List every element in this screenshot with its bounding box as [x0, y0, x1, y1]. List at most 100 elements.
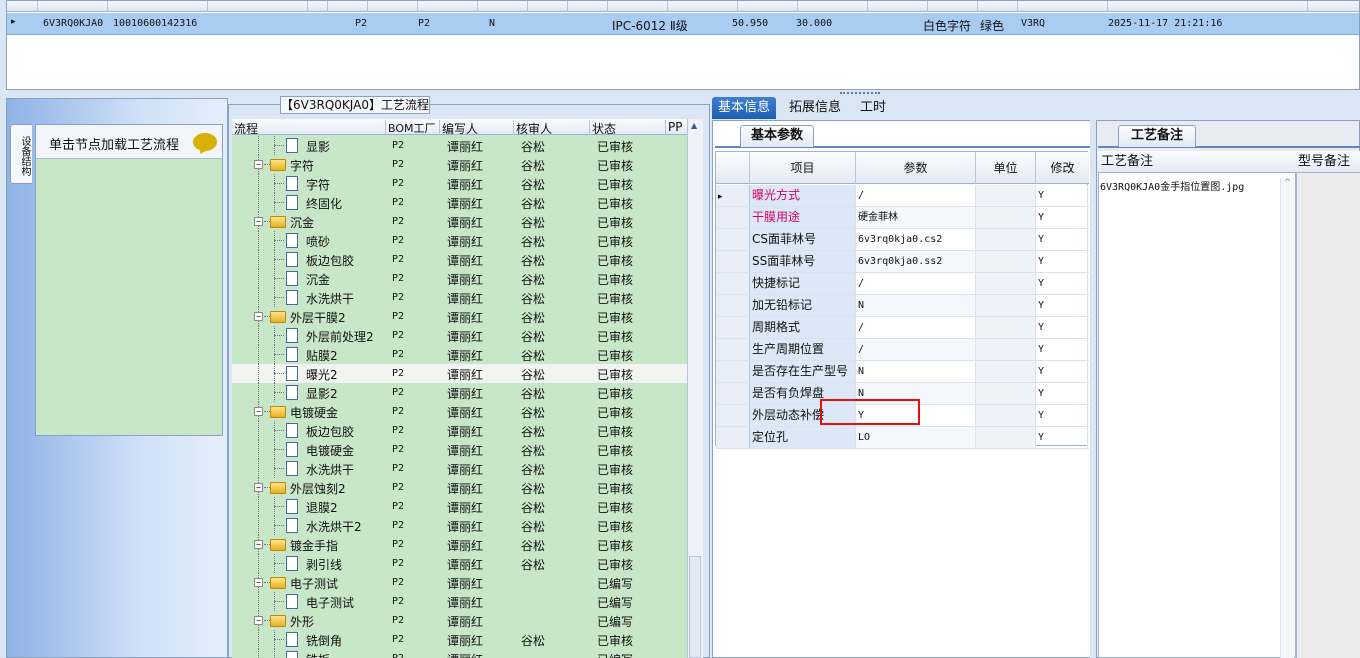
- param-row[interactable]: 生产周期位置 / Y: [716, 339, 1089, 361]
- param-unit[interactable]: [976, 383, 1036, 404]
- param-modify[interactable]: Y: [1036, 405, 1088, 426]
- tree-row[interactable]: − 镀金手指 P2 谭丽红 谷松 已审核: [232, 535, 687, 554]
- param-value[interactable]: 6v3rq0kja0.ss2: [856, 251, 976, 272]
- param-value[interactable]: N: [856, 361, 976, 382]
- col-param[interactable]: 参数: [856, 152, 976, 184]
- tree-row[interactable]: 字符 P2 谭丽红 谷松 已审核: [232, 174, 687, 193]
- col-checker[interactable]: 核审人: [514, 120, 590, 136]
- tree-row[interactable]: − 外层干膜2 P2 谭丽红 谷松 已审核: [232, 307, 687, 326]
- tree-row[interactable]: 外层前处理2 P2 谭丽红 谷松 已审核: [232, 326, 687, 345]
- param-value[interactable]: /: [856, 273, 976, 294]
- tree-row[interactable]: 显影 P2 谭丽红 谷松 已审核: [232, 136, 687, 155]
- header-cell[interactable]: [1017, 1, 1018, 12]
- tree-row[interactable]: − 沉金 P2 谭丽红 谷松 已审核: [232, 212, 687, 231]
- tab-extended-info[interactable]: 拓展信息: [783, 97, 847, 119]
- tab-work-hours[interactable]: 工时: [854, 97, 892, 119]
- tree-row[interactable]: 电镀硬金 P2 谭丽红 谷松 已审核: [232, 440, 687, 459]
- flow-hint-header[interactable]: 单击节点加载工艺流程: [36, 125, 222, 159]
- tree-row[interactable]: 铣倒角 P2 谭丽红 谷松 已审核: [232, 630, 687, 649]
- collapse-toggle-icon[interactable]: −: [254, 540, 263, 549]
- param-unit[interactable]: [976, 405, 1036, 426]
- param-value[interactable]: /: [856, 317, 976, 338]
- param-modify[interactable]: Y: [1036, 229, 1088, 250]
- header-cell[interactable]: [417, 1, 418, 12]
- header-cell[interactable]: [737, 1, 738, 12]
- header-cell[interactable]: [207, 1, 208, 12]
- tree-row[interactable]: 沉金 P2 谭丽红 谷松 已审核: [232, 269, 687, 288]
- col-pp[interactable]: PP: [666, 120, 687, 135]
- header-cell[interactable]: [37, 1, 38, 12]
- tree-row[interactable]: 显影2 P2 谭丽红 谷松 已审核: [232, 383, 687, 402]
- tree-row[interactable]: 终固化 P2 谭丽红 谷松 已审核: [232, 193, 687, 212]
- param-value[interactable]: /: [856, 185, 976, 206]
- param-modify[interactable]: Y: [1036, 339, 1088, 360]
- param-modify[interactable]: Y: [1036, 361, 1088, 382]
- header-cell[interactable]: [977, 1, 978, 12]
- param-value[interactable]: N: [856, 295, 976, 316]
- vertical-tab[interactable]: 设备结构: [10, 124, 32, 184]
- notes-scrollbar[interactable]: ^: [1280, 178, 1294, 658]
- param-row[interactable]: 定位孔 LO Y: [716, 427, 1089, 449]
- param-modify[interactable]: Y: [1036, 427, 1088, 448]
- header-cell[interactable]: [867, 1, 868, 12]
- tree-row[interactable]: 水洗烘干 P2 谭丽红 谷松 已审核: [232, 459, 687, 478]
- tree-row[interactable]: 板边包胶 P2 谭丽红 谷松 已审核: [232, 250, 687, 269]
- tree-row[interactable]: 曝光2 P2 谭丽红 谷松 已审核: [232, 364, 687, 383]
- model-notes-header[interactable]: 型号备注: [1296, 151, 1360, 173]
- tree-row[interactable]: − 字符 P2 谭丽红 谷松 已审核: [232, 155, 687, 174]
- param-unit[interactable]: [976, 317, 1036, 338]
- header-cell[interactable]: [607, 1, 608, 12]
- param-unit[interactable]: [976, 251, 1036, 272]
- param-row[interactable]: 周期格式 / Y: [716, 317, 1089, 339]
- col-item[interactable]: 项目: [750, 152, 856, 184]
- tree-row[interactable]: − 外层蚀刻2 P2 谭丽红 谷松 已审核: [232, 478, 687, 497]
- param-modify[interactable]: Y: [1036, 383, 1088, 404]
- param-unit[interactable]: [976, 229, 1036, 250]
- tree-row[interactable]: − 电镀硬金 P2 谭丽红 谷松 已审核: [232, 402, 687, 421]
- collapse-toggle-icon[interactable]: −: [254, 616, 263, 625]
- col-status[interactable]: 状态: [590, 120, 666, 136]
- param-modify[interactable]: Y: [1036, 207, 1088, 228]
- header-cell[interactable]: [927, 1, 928, 12]
- tree-scroll-thumb[interactable]: [689, 556, 701, 658]
- header-cell[interactable]: [367, 1, 368, 12]
- collapse-toggle-icon[interactable]: −: [254, 407, 263, 416]
- scroll-up-icon[interactable]: ▲: [691, 121, 697, 130]
- collapse-toggle-icon[interactable]: −: [254, 483, 263, 492]
- param-unit[interactable]: [976, 295, 1036, 316]
- header-cell[interactable]: [567, 1, 568, 12]
- param-value[interactable]: LO: [856, 427, 976, 448]
- tree-row[interactable]: 电子测试 P2 谭丽红 已编写: [232, 592, 687, 611]
- tree-row[interactable]: 喷砂 P2 谭丽红 谷松 已审核: [232, 231, 687, 250]
- header-cell[interactable]: [307, 1, 308, 12]
- col-unit[interactable]: 单位: [976, 152, 1036, 184]
- param-unit[interactable]: [976, 427, 1036, 448]
- header-cell[interactable]: [1307, 1, 1308, 12]
- tree-row[interactable]: 铣板 P2 谭丽红 已编写: [232, 649, 687, 658]
- param-modify[interactable]: Y: [1036, 273, 1088, 294]
- param-value[interactable]: 硬金菲林: [856, 207, 976, 228]
- col-modify[interactable]: 修改: [1036, 152, 1089, 184]
- tree-row[interactable]: 板边包胶 P2 谭丽红 谷松 已审核: [232, 421, 687, 440]
- param-unit[interactable]: [976, 185, 1036, 206]
- tab-basic-info[interactable]: 基本信息: [712, 97, 777, 119]
- param-row[interactable]: SS面菲林号 6v3rq0kja0.ss2 Y: [716, 251, 1089, 273]
- tree-row[interactable]: 退膜2 P2 谭丽红 谷松 已审核: [232, 497, 687, 516]
- tree-row[interactable]: − 电子测试 P2 谭丽红 已编写: [232, 573, 687, 592]
- header-cell[interactable]: [1107, 1, 1108, 12]
- param-unit[interactable]: [976, 273, 1036, 294]
- param-value[interactable]: 6v3rq0kja0.cs2: [856, 229, 976, 250]
- collapse-toggle-icon[interactable]: −: [254, 217, 263, 226]
- tree-row[interactable]: 水洗烘干 P2 谭丽红 谷松 已审核: [232, 288, 687, 307]
- tree-row[interactable]: − 外形 P2 谭丽红 已编写: [232, 611, 687, 630]
- param-row[interactable]: ▸ 曝光方式 / Y: [716, 185, 1089, 207]
- param-row[interactable]: 快捷标记 / Y: [716, 273, 1089, 295]
- header-cell[interactable]: [477, 1, 478, 12]
- header-cell[interactable]: [667, 1, 668, 12]
- collapse-toggle-icon[interactable]: −: [254, 578, 263, 587]
- header-cell[interactable]: [327, 1, 328, 12]
- param-row[interactable]: CS面菲林号 6v3rq0kja0.cs2 Y: [716, 229, 1089, 251]
- collapse-toggle-icon[interactable]: −: [254, 312, 263, 321]
- param-unit[interactable]: [976, 339, 1036, 360]
- subtab-process-notes[interactable]: 工艺备注: [1118, 125, 1196, 147]
